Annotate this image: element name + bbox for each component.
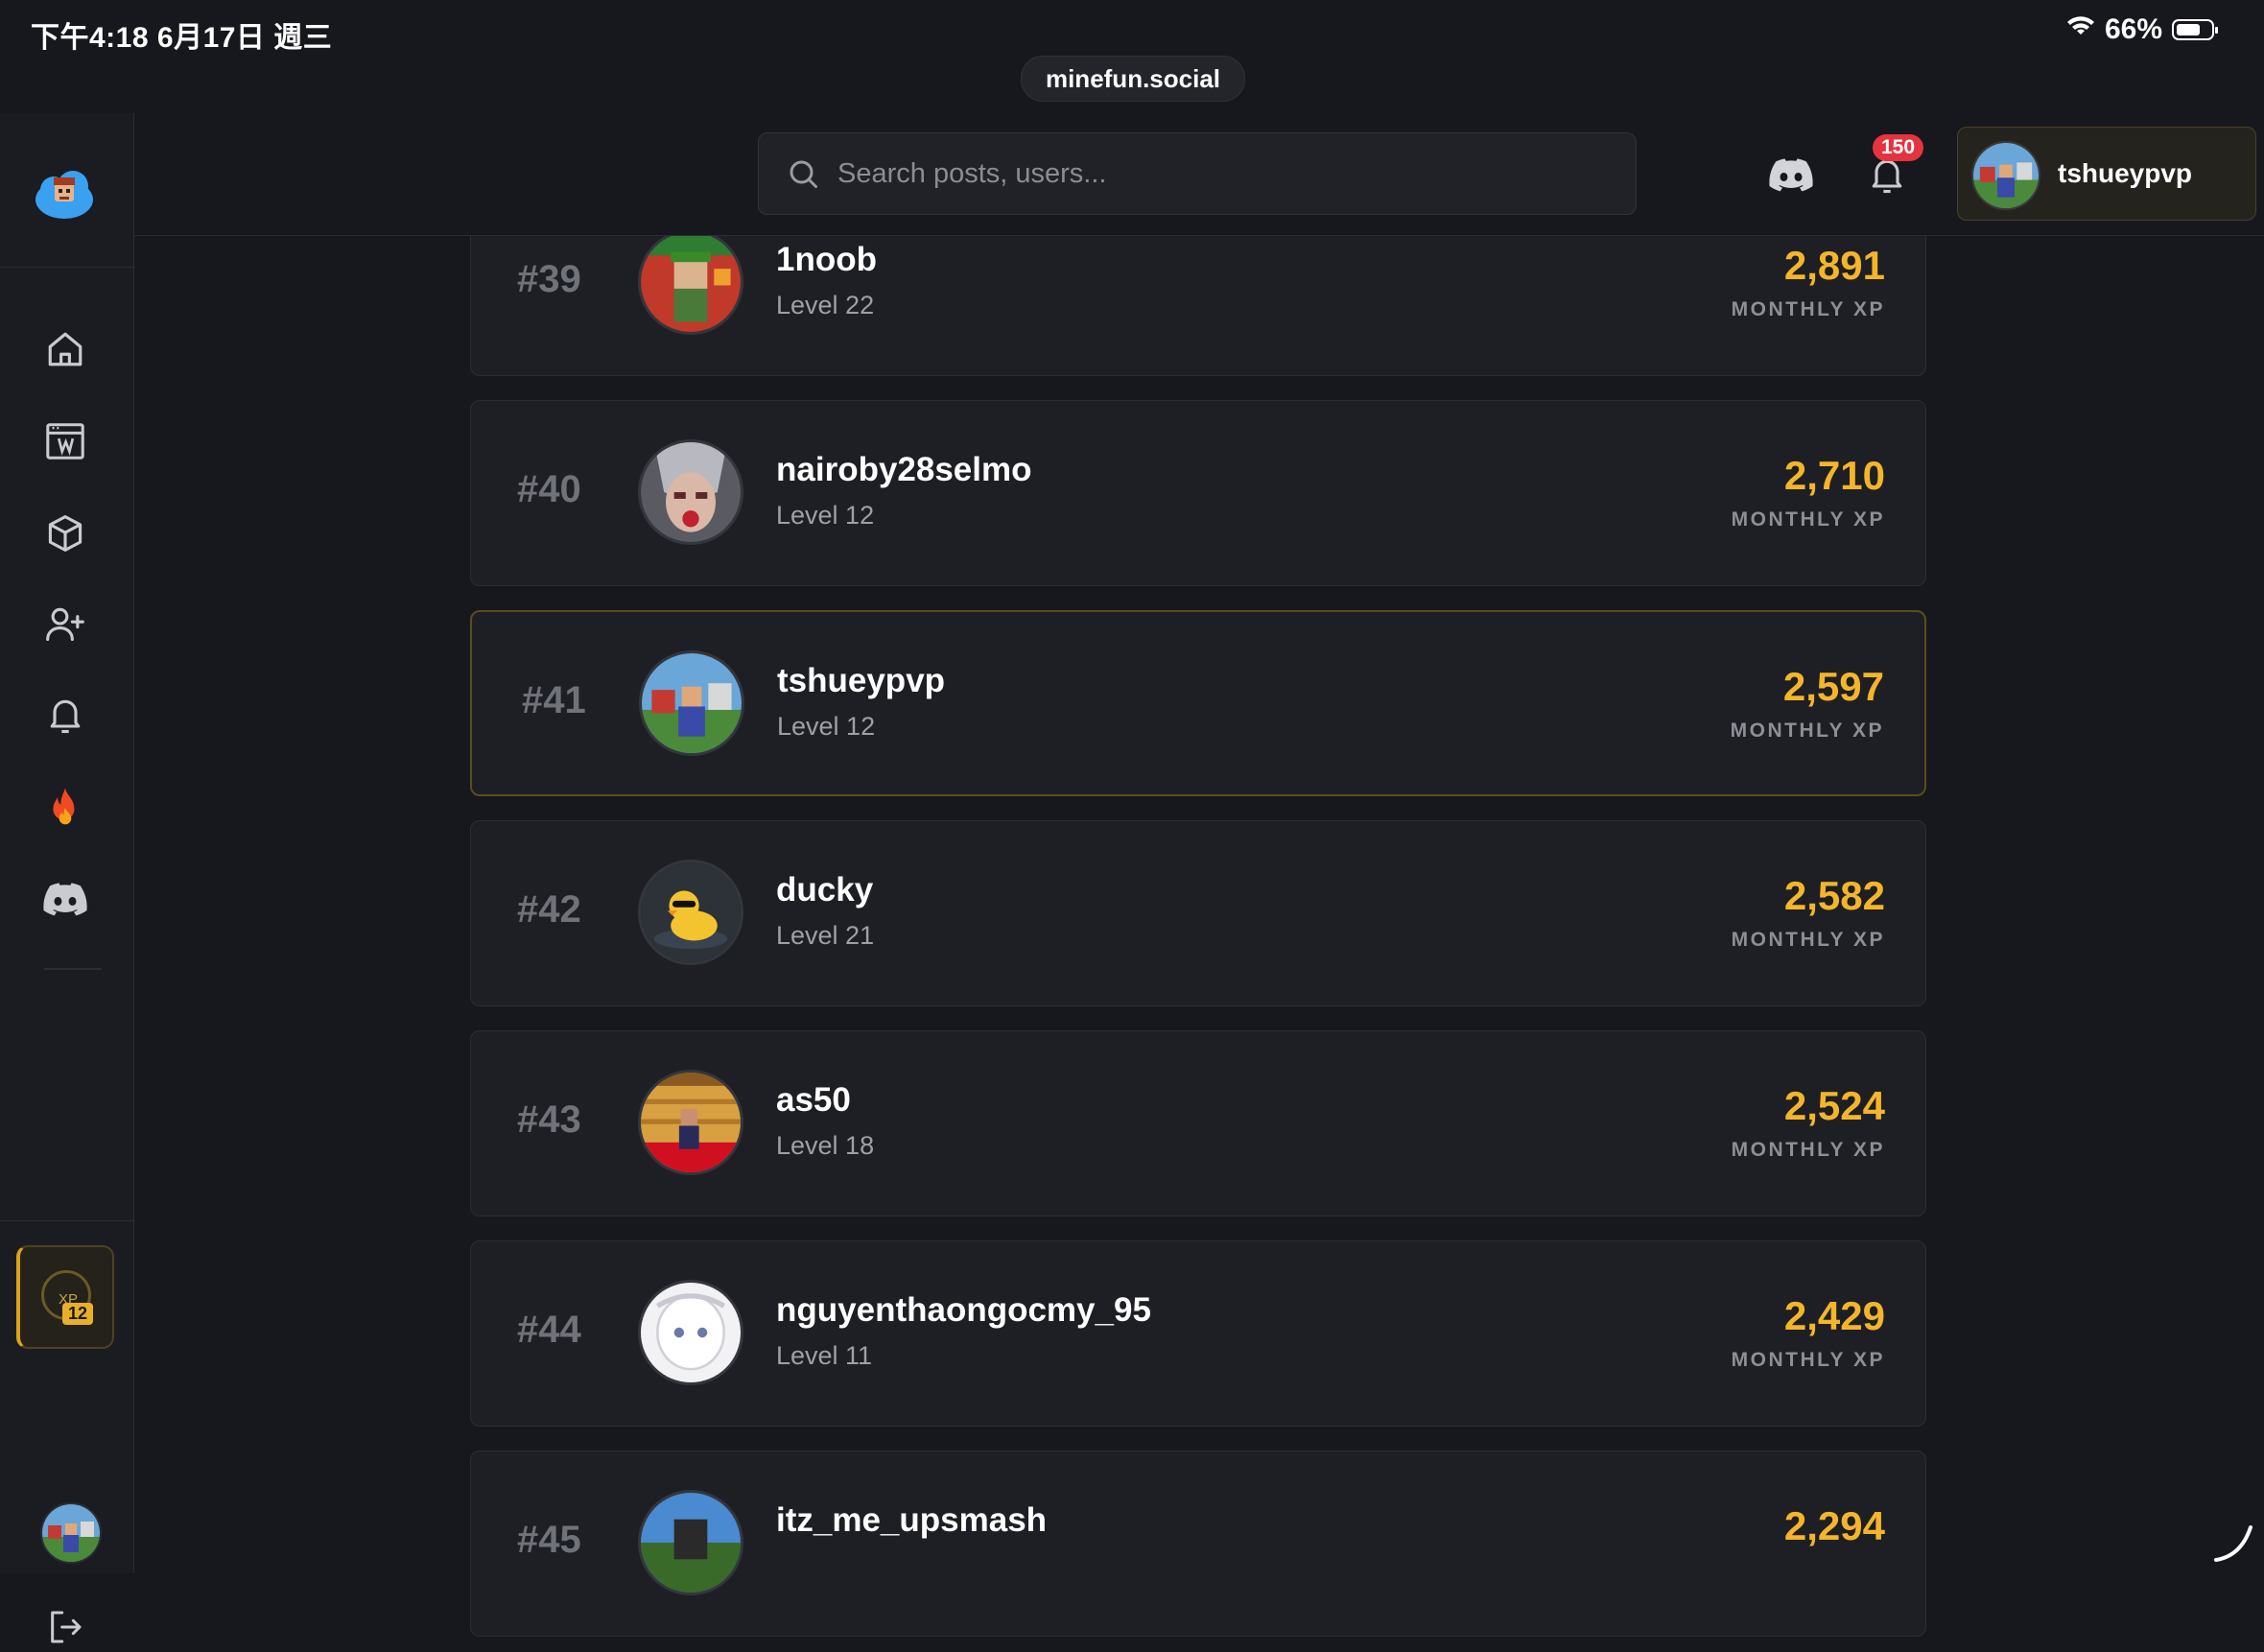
monthly-xp-value: 2,891 xyxy=(1783,243,1885,288)
monthly-xp-value: 2,710 xyxy=(1783,453,1885,498)
search-input[interactable] xyxy=(836,156,1607,191)
wifi-icon xyxy=(2066,13,2095,46)
monthly-xp-value: 2,429 xyxy=(1783,1293,1885,1338)
username-link[interactable]: ducky xyxy=(776,871,873,909)
rank-label: #41 xyxy=(522,679,586,721)
leaderboard-row[interactable]: #41 tshueypvp Level 12 2,597 MONTHLY XP xyxy=(470,610,1926,796)
leaderboard-row[interactable]: #40 nairoby28selmo Level 12 2,710 MONTHLY XP xyxy=(470,400,1926,586)
monthly-xp-label: MONTHLY XP xyxy=(1731,1349,1885,1371)
leaderboard-row[interactable]: #42 ducky Level 21 2,582 MONTHLY XP xyxy=(470,820,1926,1006)
logout-icon[interactable] xyxy=(40,1602,90,1652)
home-icon[interactable] xyxy=(40,324,90,374)
rank-label: #39 xyxy=(517,258,581,300)
avatar[interactable] xyxy=(40,1502,102,1564)
avatar xyxy=(1971,141,2040,210)
status-time: 下午4:18 6月17日 週三 xyxy=(31,22,333,54)
rank-label: #44 xyxy=(517,1309,581,1351)
username-link[interactable]: itz_me_upsmash xyxy=(776,1501,1047,1540)
monthly-xp-label: MONTHLY XP xyxy=(1731,298,1885,320)
resize-handle-icon xyxy=(2212,1522,2254,1564)
username-link[interactable]: as50 xyxy=(776,1081,851,1120)
username-link[interactable]: nguyenthaongocmy_95 xyxy=(776,1291,1151,1330)
monthly-xp-label: MONTHLY XP xyxy=(1730,720,1884,742)
sidebar: XP 12 xyxy=(0,113,134,1643)
monthly-xp-label: MONTHLY XP xyxy=(1731,929,1885,951)
monthly-xp-value: 2,524 xyxy=(1783,1083,1885,1128)
url-pill[interactable]: minefun.social xyxy=(1021,56,1245,102)
user-level: Level 12 xyxy=(776,501,875,530)
username-link[interactable]: nairoby28selmo xyxy=(776,451,1032,489)
sidebar-divider xyxy=(0,267,133,268)
add-friend-icon[interactable] xyxy=(40,599,90,649)
wiki-icon[interactable] xyxy=(40,416,90,466)
avatar[interactable] xyxy=(638,1280,743,1385)
username-label: tshueypvp xyxy=(2058,158,2193,188)
battery-percent: 66% xyxy=(2104,13,2162,45)
avatar[interactable] xyxy=(638,229,743,335)
monthly-xp-value: 2,294 xyxy=(1783,1503,1885,1548)
leaderboard-row[interactable]: #44 nguyenthaongocmy_95 Level 11 2,429 MONTH… xyxy=(470,1240,1926,1427)
top-bar: 150 tshueypvp xyxy=(134,113,2264,236)
search-bar[interactable] xyxy=(758,132,1637,215)
rank-label: #43 xyxy=(517,1098,581,1141)
user-level: Level 22 xyxy=(776,291,875,319)
avatar[interactable] xyxy=(638,439,743,545)
xp-level-widget[interactable]: XP 12 xyxy=(16,1245,114,1349)
sidebar-divider xyxy=(0,1220,133,1221)
sidebar-divider xyxy=(44,968,102,970)
search-icon xyxy=(786,156,820,191)
user-level: Level 18 xyxy=(776,1131,875,1160)
xp-level-badge: 12 xyxy=(62,1303,94,1325)
rank-label: #42 xyxy=(517,888,581,931)
monthly-xp-value: 2,582 xyxy=(1783,873,1885,918)
leaderboard-row[interactable]: #43 as50 Level 18 2,524 MONTHLY XP xyxy=(470,1030,1926,1216)
monthly-xp-label: MONTHLY XP xyxy=(1731,1139,1885,1161)
user-level: Level 12 xyxy=(777,712,876,741)
rank-label: #45 xyxy=(517,1519,581,1561)
user-level: Level 21 xyxy=(776,921,875,950)
app-logo-icon[interactable] xyxy=(33,163,96,226)
cube-icon[interactable] xyxy=(40,508,90,558)
notification-count-badge: 150 xyxy=(1873,134,1924,161)
battery-icon xyxy=(2172,19,2218,40)
monthly-xp-label: MONTHLY XP xyxy=(1731,508,1885,531)
status-bar: 下午4:18 6月17日 週三 66% xyxy=(0,0,2264,61)
status-right: 66% xyxy=(2066,13,2218,46)
rank-label: #40 xyxy=(517,468,581,510)
avatar[interactable] xyxy=(638,860,743,965)
username-link[interactable]: tshueypvp xyxy=(777,662,945,700)
fire-icon[interactable] xyxy=(40,783,90,833)
leaderboard-row[interactable]: #45 itz_me_upsmash 2,294 xyxy=(470,1451,1926,1637)
avatar[interactable] xyxy=(638,1070,743,1175)
user-menu-button[interactable]: tshueypvp xyxy=(1957,127,2256,221)
bell-icon[interactable] xyxy=(40,691,90,741)
avatar[interactable] xyxy=(639,650,744,756)
avatar[interactable] xyxy=(638,1490,743,1595)
discord-icon[interactable] xyxy=(1765,150,1817,201)
discord-icon[interactable] xyxy=(40,875,90,925)
monthly-xp-value: 2,597 xyxy=(1782,664,1884,709)
username-link[interactable]: 1noob xyxy=(776,241,877,279)
user-level: Level 11 xyxy=(776,1341,873,1370)
